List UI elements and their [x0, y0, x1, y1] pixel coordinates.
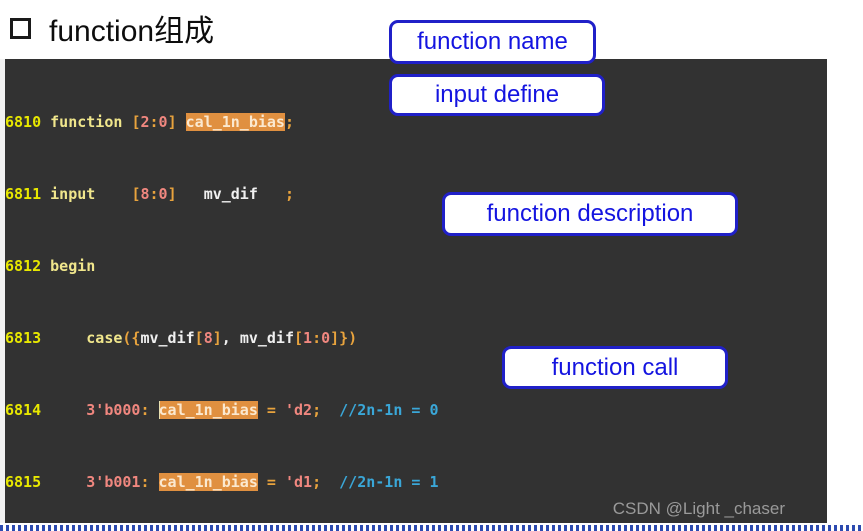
watermark: CSDN @Light _chaser	[612, 499, 785, 518]
page-title: function组成	[49, 15, 215, 48]
code-line: 6812 begin	[5, 257, 96, 275]
code-listing: 6810 function [2:0] cal_1n_bias; 6811 in…	[5, 62, 628, 523]
callout-function-description: function description	[442, 192, 738, 236]
slide-root: function组成 6810 function [2:0] cal_1n_bi…	[0, 0, 863, 531]
code-block: 6810 function [2:0] cal_1n_bias; 6811 in…	[0, 59, 827, 523]
slide-bottom-border	[0, 525, 863, 531]
checkbox-square-icon	[10, 17, 31, 39]
code-line: 6815 3'b001: cal_1n_bias = 'd1; //2n-1n …	[5, 473, 439, 491]
slide-title-row: function组成	[10, 2, 214, 54]
callout-input-define: input define	[389, 74, 605, 116]
callout-function-name: function name	[389, 20, 596, 64]
code-line: 6814 3'b000: cal_1n_bias = 'd2; //2n-1n …	[5, 401, 439, 419]
callout-function-call: function call	[502, 346, 728, 389]
